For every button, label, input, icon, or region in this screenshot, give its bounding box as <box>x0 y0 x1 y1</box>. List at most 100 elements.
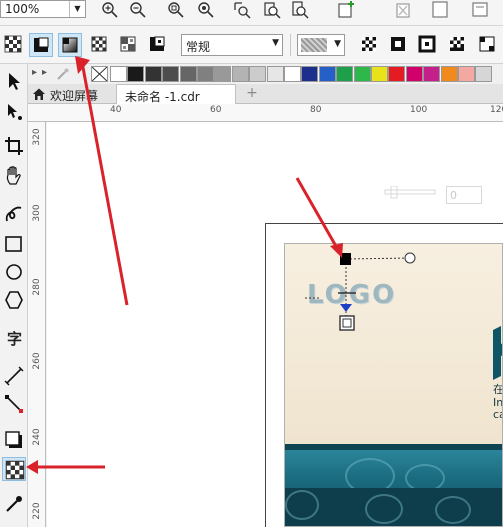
zoom-in-icon[interactable] <box>100 0 120 20</box>
color-swatch[interactable] <box>388 66 406 82</box>
dimension-icon <box>4 366 24 386</box>
color-swatch[interactable] <box>440 66 458 82</box>
palette-menu-icon[interactable]: ▸ <box>42 67 47 78</box>
banner-top-band <box>285 444 502 450</box>
all-apply-option-icon[interactable] <box>446 33 470 57</box>
eyedropper-icon[interactable] <box>56 67 70 81</box>
transparency-mode-select[interactable]: 常规 ▼ <box>181 34 283 56</box>
no-transparency-icon[interactable] <box>2 33 26 57</box>
color-swatch[interactable] <box>231 66 249 82</box>
tab-welcome-screen[interactable]: 欢迎屏幕 <box>28 84 116 104</box>
color-swatch[interactable] <box>144 66 162 82</box>
connector-tool[interactable] <box>2 392 26 416</box>
page-layout-icon[interactable] <box>430 0 450 20</box>
color-swatch[interactable] <box>405 66 423 82</box>
text-tool[interactable]: 字 <box>2 326 26 350</box>
options-icon[interactable] <box>470 0 490 20</box>
pick-tool[interactable] <box>2 70 26 94</box>
transparency-pattern-picker[interactable]: ▼ <box>297 34 345 56</box>
new-document-tab-button[interactable]: + <box>244 85 260 101</box>
pointer-icon <box>9 73 20 90</box>
polygon-tool[interactable] <box>2 288 26 312</box>
freehand-curve-icon <box>5 206 22 222</box>
zoom-out-icon[interactable] <box>128 0 148 20</box>
fountain-transparency-button[interactable] <box>58 33 82 57</box>
shape-tool[interactable] <box>2 100 26 124</box>
chevron-down-icon[interactable]: ▼ <box>334 39 341 49</box>
color-swatch[interactable] <box>301 66 319 82</box>
color-swatch[interactable] <box>423 66 441 82</box>
color-swatch[interactable] <box>458 66 475 82</box>
zoom-page-height-icon[interactable] <box>290 0 310 20</box>
ruler-tick-label: 80 <box>310 105 322 115</box>
freeze-transparency-icon[interactable] <box>476 33 500 57</box>
transparency-value-field[interactable]: 0 <box>446 186 482 204</box>
ruler-tick-label: 260 <box>32 352 42 370</box>
color-swatch[interactable] <box>179 66 197 82</box>
brand-mark-shape <box>493 326 502 380</box>
color-swatch[interactable] <box>266 66 284 82</box>
color-swatch[interactable] <box>284 66 301 82</box>
pan-tool[interactable] <box>2 164 26 188</box>
add-page-icon[interactable] <box>336 0 356 20</box>
color-swatch[interactable] <box>336 66 354 82</box>
palette-scroll-left-icon[interactable]: ▸ <box>32 67 37 78</box>
zoom-page-width-icon[interactable] <box>262 0 282 20</box>
crop-tool[interactable] <box>2 134 26 158</box>
drop-shadow-tool[interactable] <box>2 428 26 452</box>
zoom-level-value: 100% <box>5 2 40 16</box>
color-swatch[interactable] <box>353 66 371 82</box>
home-icon <box>33 88 45 100</box>
vertical-ruler[interactable]: 320 300 280 260 240 220 <box>28 122 46 527</box>
polygon-icon <box>5 291 23 309</box>
side-text-line: ca <box>493 408 502 421</box>
eyedropper-tool[interactable] <box>2 492 26 516</box>
tab-label: 欢迎屏幕 <box>50 89 99 103</box>
bitmap-pattern-transparency-icon[interactable] <box>117 33 141 57</box>
no-color-swatch[interactable] <box>91 66 108 82</box>
ruler-tick-label: 120 <box>490 105 503 115</box>
ruler-tick-label: 60 <box>210 105 222 115</box>
color-swatch[interactable] <box>318 66 336 82</box>
property-bar: 常规 ▼ ▼ <box>0 26 503 64</box>
zoom-to-all-icon[interactable] <box>196 0 216 20</box>
hand-icon <box>6 166 21 185</box>
vector-pattern-transparency-icon[interactable] <box>88 33 112 57</box>
color-swatch[interactable] <box>197 66 214 82</box>
connector-icon <box>5 395 23 413</box>
color-swatch[interactable] <box>475 66 493 82</box>
fountain-handles[interactable] <box>300 250 420 340</box>
color-palette: ▸ ▸ <box>28 64 503 84</box>
chevron-down-icon[interactable]: ▼ <box>69 1 85 17</box>
checker-fill-option-icon[interactable] <box>358 33 382 57</box>
zoom-to-page-icon[interactable] <box>232 0 252 20</box>
freehand-tool[interactable] <box>2 202 26 226</box>
delete-page-icon[interactable] <box>394 0 414 20</box>
wave-decoration <box>365 494 403 524</box>
horizontal-ruler[interactable]: 40 60 80 100 120 <box>28 104 503 122</box>
ruler-tick-label: 300 <box>32 204 42 222</box>
chevron-down-icon[interactable]: ▼ <box>272 38 279 48</box>
drop-shadow-icon <box>5 431 22 448</box>
zoom-level-combo[interactable]: 100% ▼ <box>0 0 86 18</box>
tab-document[interactable]: 未命名 -1.cdr <box>116 84 236 104</box>
color-swatch[interactable] <box>214 66 232 82</box>
rectangle-tool[interactable] <box>2 232 26 256</box>
ruler-tick-label: 320 <box>32 128 42 146</box>
fill-apply-option-icon[interactable] <box>387 33 411 57</box>
parallel-dimension-tool[interactable] <box>2 364 26 388</box>
zoom-to-selection-icon[interactable] <box>166 0 186 20</box>
uniform-transparency-button[interactable] <box>29 33 53 57</box>
color-swatch[interactable] <box>110 66 127 82</box>
color-swatch[interactable] <box>371 66 388 82</box>
color-swatch[interactable] <box>249 66 267 82</box>
eyedropper-icon <box>6 496 22 512</box>
transparency-midpoint-slider[interactable] <box>383 186 439 200</box>
outline-apply-option-icon[interactable] <box>416 33 440 57</box>
ellipse-icon <box>6 264 22 280</box>
transparency-tool[interactable] <box>2 457 26 481</box>
texture-transparency-icon[interactable] <box>146 33 170 57</box>
ellipse-tool[interactable] <box>2 260 26 284</box>
color-swatch[interactable] <box>127 66 145 82</box>
color-swatch[interactable] <box>162 66 180 82</box>
